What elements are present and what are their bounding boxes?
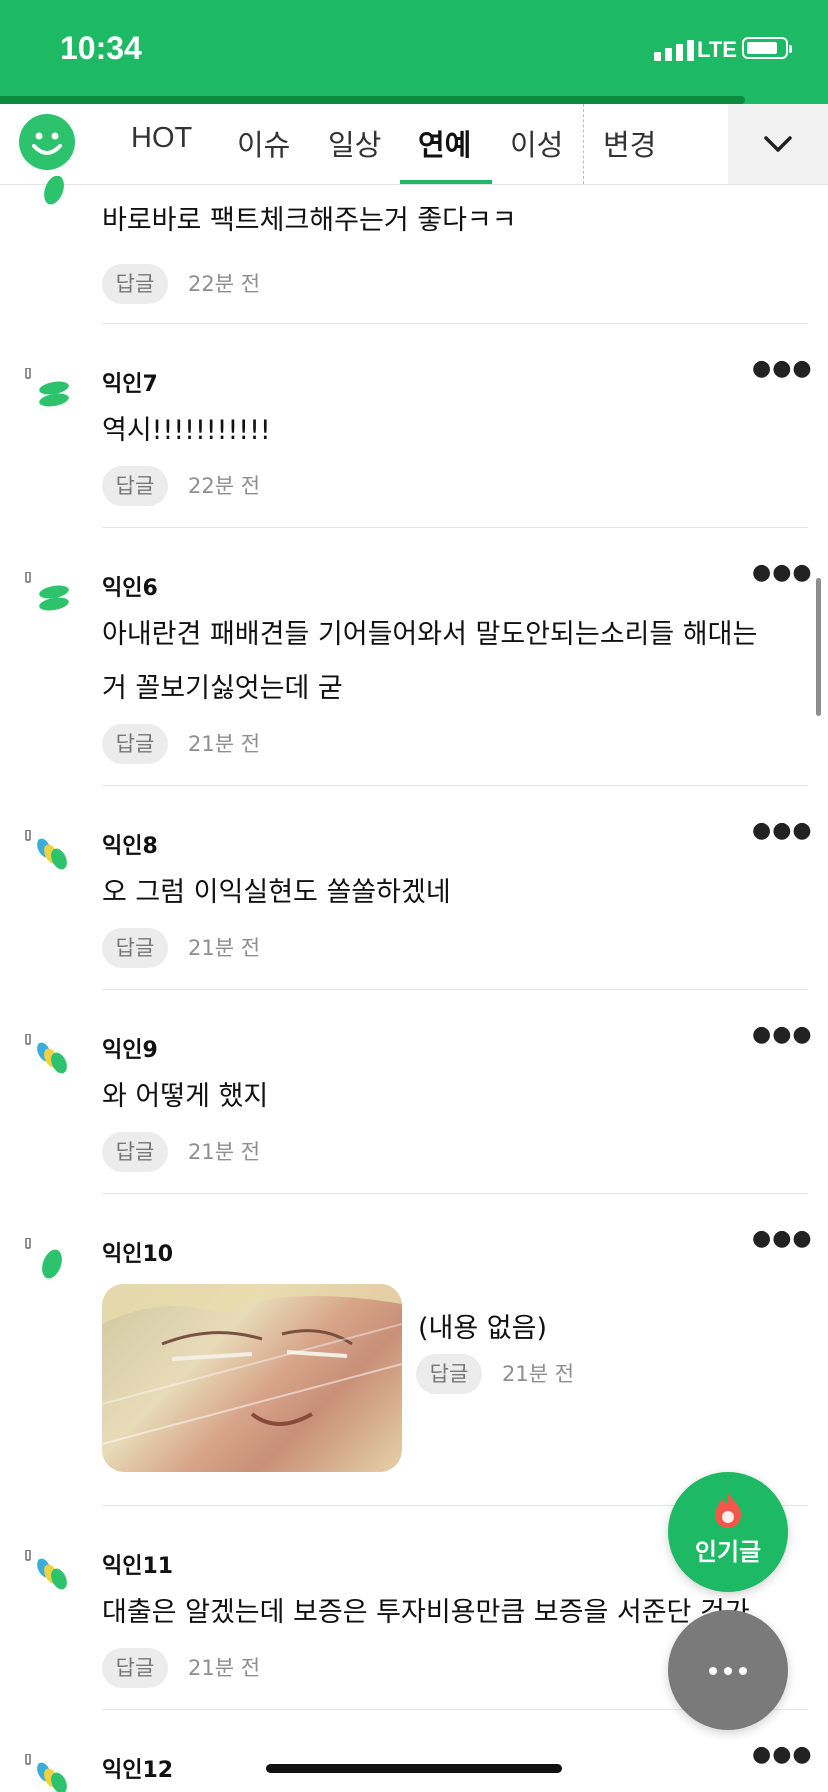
more-dots-icon[interactable]: ●●● <box>752 356 813 381</box>
comment-nickname: 익인11 <box>102 1554 174 1579</box>
page-progress-bar <box>0 96 746 104</box>
category-nav: HOT 이슈 일상 연예 이성 변경 <box>0 104 828 185</box>
more-dots-icon[interactable]: ●●● <box>752 818 813 843</box>
status-time: 10:34 <box>60 30 142 66</box>
flame-icon <box>715 1492 741 1528</box>
tab-change[interactable]: 변경 <box>603 122 656 164</box>
scrollbar[interactable] <box>816 578 821 716</box>
chevron-down-icon <box>764 136 792 152</box>
comment-nickname: 익인12 <box>102 1758 174 1783</box>
leaf-avatar-icon <box>24 830 72 874</box>
reply-button[interactable]: 답글 <box>102 928 168 968</box>
comment-text: 와 어떻게 했지 <box>102 1081 269 1112</box>
comment-nickname: 익인6 <box>102 576 158 601</box>
reply-button[interactable]: 답글 <box>102 1648 168 1688</box>
leaf-avatar-icon <box>24 572 72 616</box>
leaf-avatar-icon <box>24 1754 72 1792</box>
tab-hot[interactable]: HOT <box>131 122 192 155</box>
leaf-avatar-icon <box>24 368 72 412</box>
home-indicator[interactable] <box>266 1764 562 1773</box>
more-dots-icon[interactable]: ●●● <box>752 1742 813 1767</box>
comment-nickname: 익인9 <box>102 1038 158 1063</box>
popular-posts-label: 인기글 <box>694 1538 762 1566</box>
network-type: LTE <box>697 37 737 62</box>
comment-item: 익인9 ●●● 와 어떻게 했지 답글 21분 전 <box>0 990 828 1194</box>
popular-posts-button[interactable]: 인기글 <box>668 1472 788 1592</box>
tab-issue[interactable]: 이슈 <box>237 122 290 164</box>
reply-button[interactable]: 답글 <box>102 1132 168 1172</box>
comment-item: 익인7 ●●● 역시!!!!!!!!!!! 답글 22분 전 <box>0 324 828 528</box>
comment-text: 역시!!!!!!!!!!! <box>102 415 271 446</box>
more-dots-icon[interactable]: ●●● <box>752 1226 813 1251</box>
leaf-avatar-icon <box>24 1550 72 1594</box>
more-actions-button[interactable] <box>668 1610 788 1730</box>
reply-button[interactable]: 답글 <box>102 466 168 506</box>
comment-time: 21분 전 <box>188 1656 261 1680</box>
tab-romance[interactable]: 이성 <box>510 122 563 164</box>
leaf-avatar-icon <box>24 1034 72 1078</box>
comment-text: 오 그럼 이익실현도 쏠쏠하겠네 <box>102 877 451 908</box>
status-bar: 10:34 LTE <box>0 0 828 94</box>
comment-time: 21분 전 <box>188 936 261 960</box>
comment-image[interactable] <box>102 1284 402 1472</box>
comment-item: 익인10 ●●● (내용 없음) 답글 21분 전 <box>0 1194 828 1506</box>
comment-time: 22분 전 <box>188 272 261 296</box>
reply-button[interactable]: 답글 <box>102 264 168 304</box>
comment-item: 익인8 ●●● 오 그럼 이익실현도 쏠쏠하겠네 답글 21분 전 <box>0 786 828 990</box>
smiley-logo-icon[interactable] <box>19 114 75 170</box>
comment-nickname: 익인7 <box>102 372 158 397</box>
comment-time: 21분 전 <box>188 1140 261 1164</box>
expand-tabs-button[interactable] <box>728 104 828 184</box>
comment-text: 바로바로 팩트체크해주는거 좋다ㅋㅋ <box>102 205 517 236</box>
comment-text-line-1: 아내란견 패배견들 기어들어와서 말도안되는소리들 해대는 <box>102 619 758 650</box>
leaf-avatar-icon <box>24 1238 72 1282</box>
comment-item: 바로바로 팩트체크해주는거 좋다ㅋㅋ 답글 22분 전 <box>0 176 828 324</box>
comment-text: (내용 없음) <box>418 1313 548 1344</box>
battery-icon <box>742 37 792 59</box>
reply-button[interactable]: 답글 <box>416 1354 482 1394</box>
more-dots-icon[interactable]: ●●● <box>752 1022 813 1047</box>
signal-icon <box>654 40 694 61</box>
comment-time: 21분 전 <box>188 732 261 756</box>
tab-daily[interactable]: 일상 <box>328 122 381 164</box>
comment-item: 익인6 ●●● 아내란견 패배견들 기어들어와서 말도안되는소리들 해대는 거 … <box>0 528 828 786</box>
more-dots-icon[interactable]: ●●● <box>752 560 813 585</box>
comment-text-line-2: 거 꼴보기싫엇는데 굳 <box>102 673 343 704</box>
comment-nickname: 익인10 <box>102 1242 174 1267</box>
reply-button[interactable]: 답글 <box>102 724 168 764</box>
comment-nickname: 익인8 <box>102 834 158 859</box>
leaf-avatar-icon <box>24 176 72 220</box>
tab-divider <box>583 104 584 184</box>
comment-time: 22분 전 <box>188 474 261 498</box>
tab-entertainment[interactable]: 연예 <box>418 122 471 164</box>
comment-time: 21분 전 <box>502 1362 575 1386</box>
